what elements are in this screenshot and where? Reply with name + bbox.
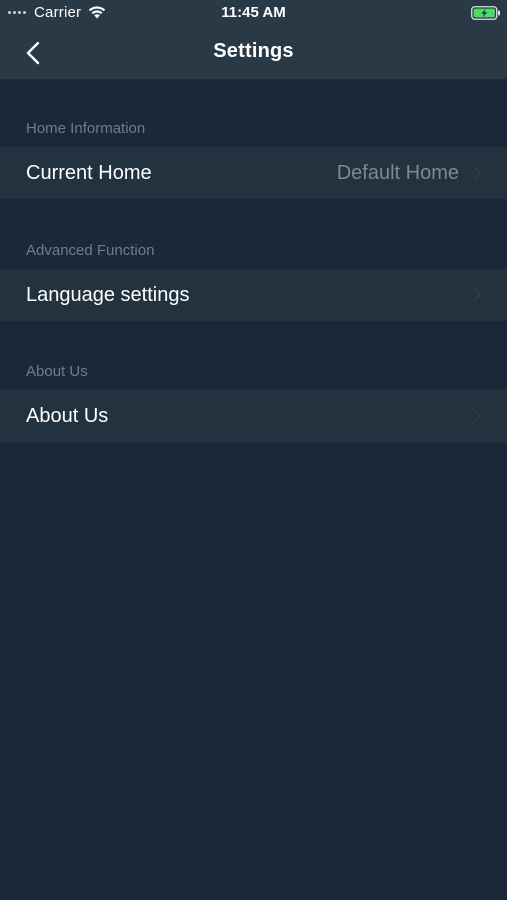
language-settings-label: Language settings bbox=[26, 284, 190, 306]
about-us-row[interactable]: About Us bbox=[0, 390, 507, 442]
navigation-bar: Settings bbox=[0, 26, 507, 79]
chevron-right-icon bbox=[473, 288, 481, 302]
status-bar: Carrier 11:45 AM bbox=[0, 0, 507, 26]
page-title: Settings bbox=[213, 40, 294, 62]
chevron-right-icon bbox=[473, 166, 481, 180]
current-home-value: Default Home bbox=[336, 162, 459, 184]
section-header-advanced-function: Advanced Function bbox=[26, 242, 155, 259]
about-us-label: About Us bbox=[26, 405, 109, 427]
battery-charging-icon bbox=[471, 6, 500, 20]
header-area: Carrier 11:45 AM Settings bbox=[0, 0, 507, 79]
clock: 11:45 AM bbox=[221, 4, 286, 21]
language-settings-row[interactable]: Language settings bbox=[0, 269, 507, 321]
section-header-about-us: About Us bbox=[26, 363, 88, 380]
chevron-right-icon bbox=[473, 409, 481, 423]
section-header-home-information: Home Information bbox=[26, 120, 146, 137]
current-home-label: Current Home bbox=[26, 162, 152, 184]
current-home-row[interactable]: Current Home Default Home bbox=[0, 147, 507, 199]
